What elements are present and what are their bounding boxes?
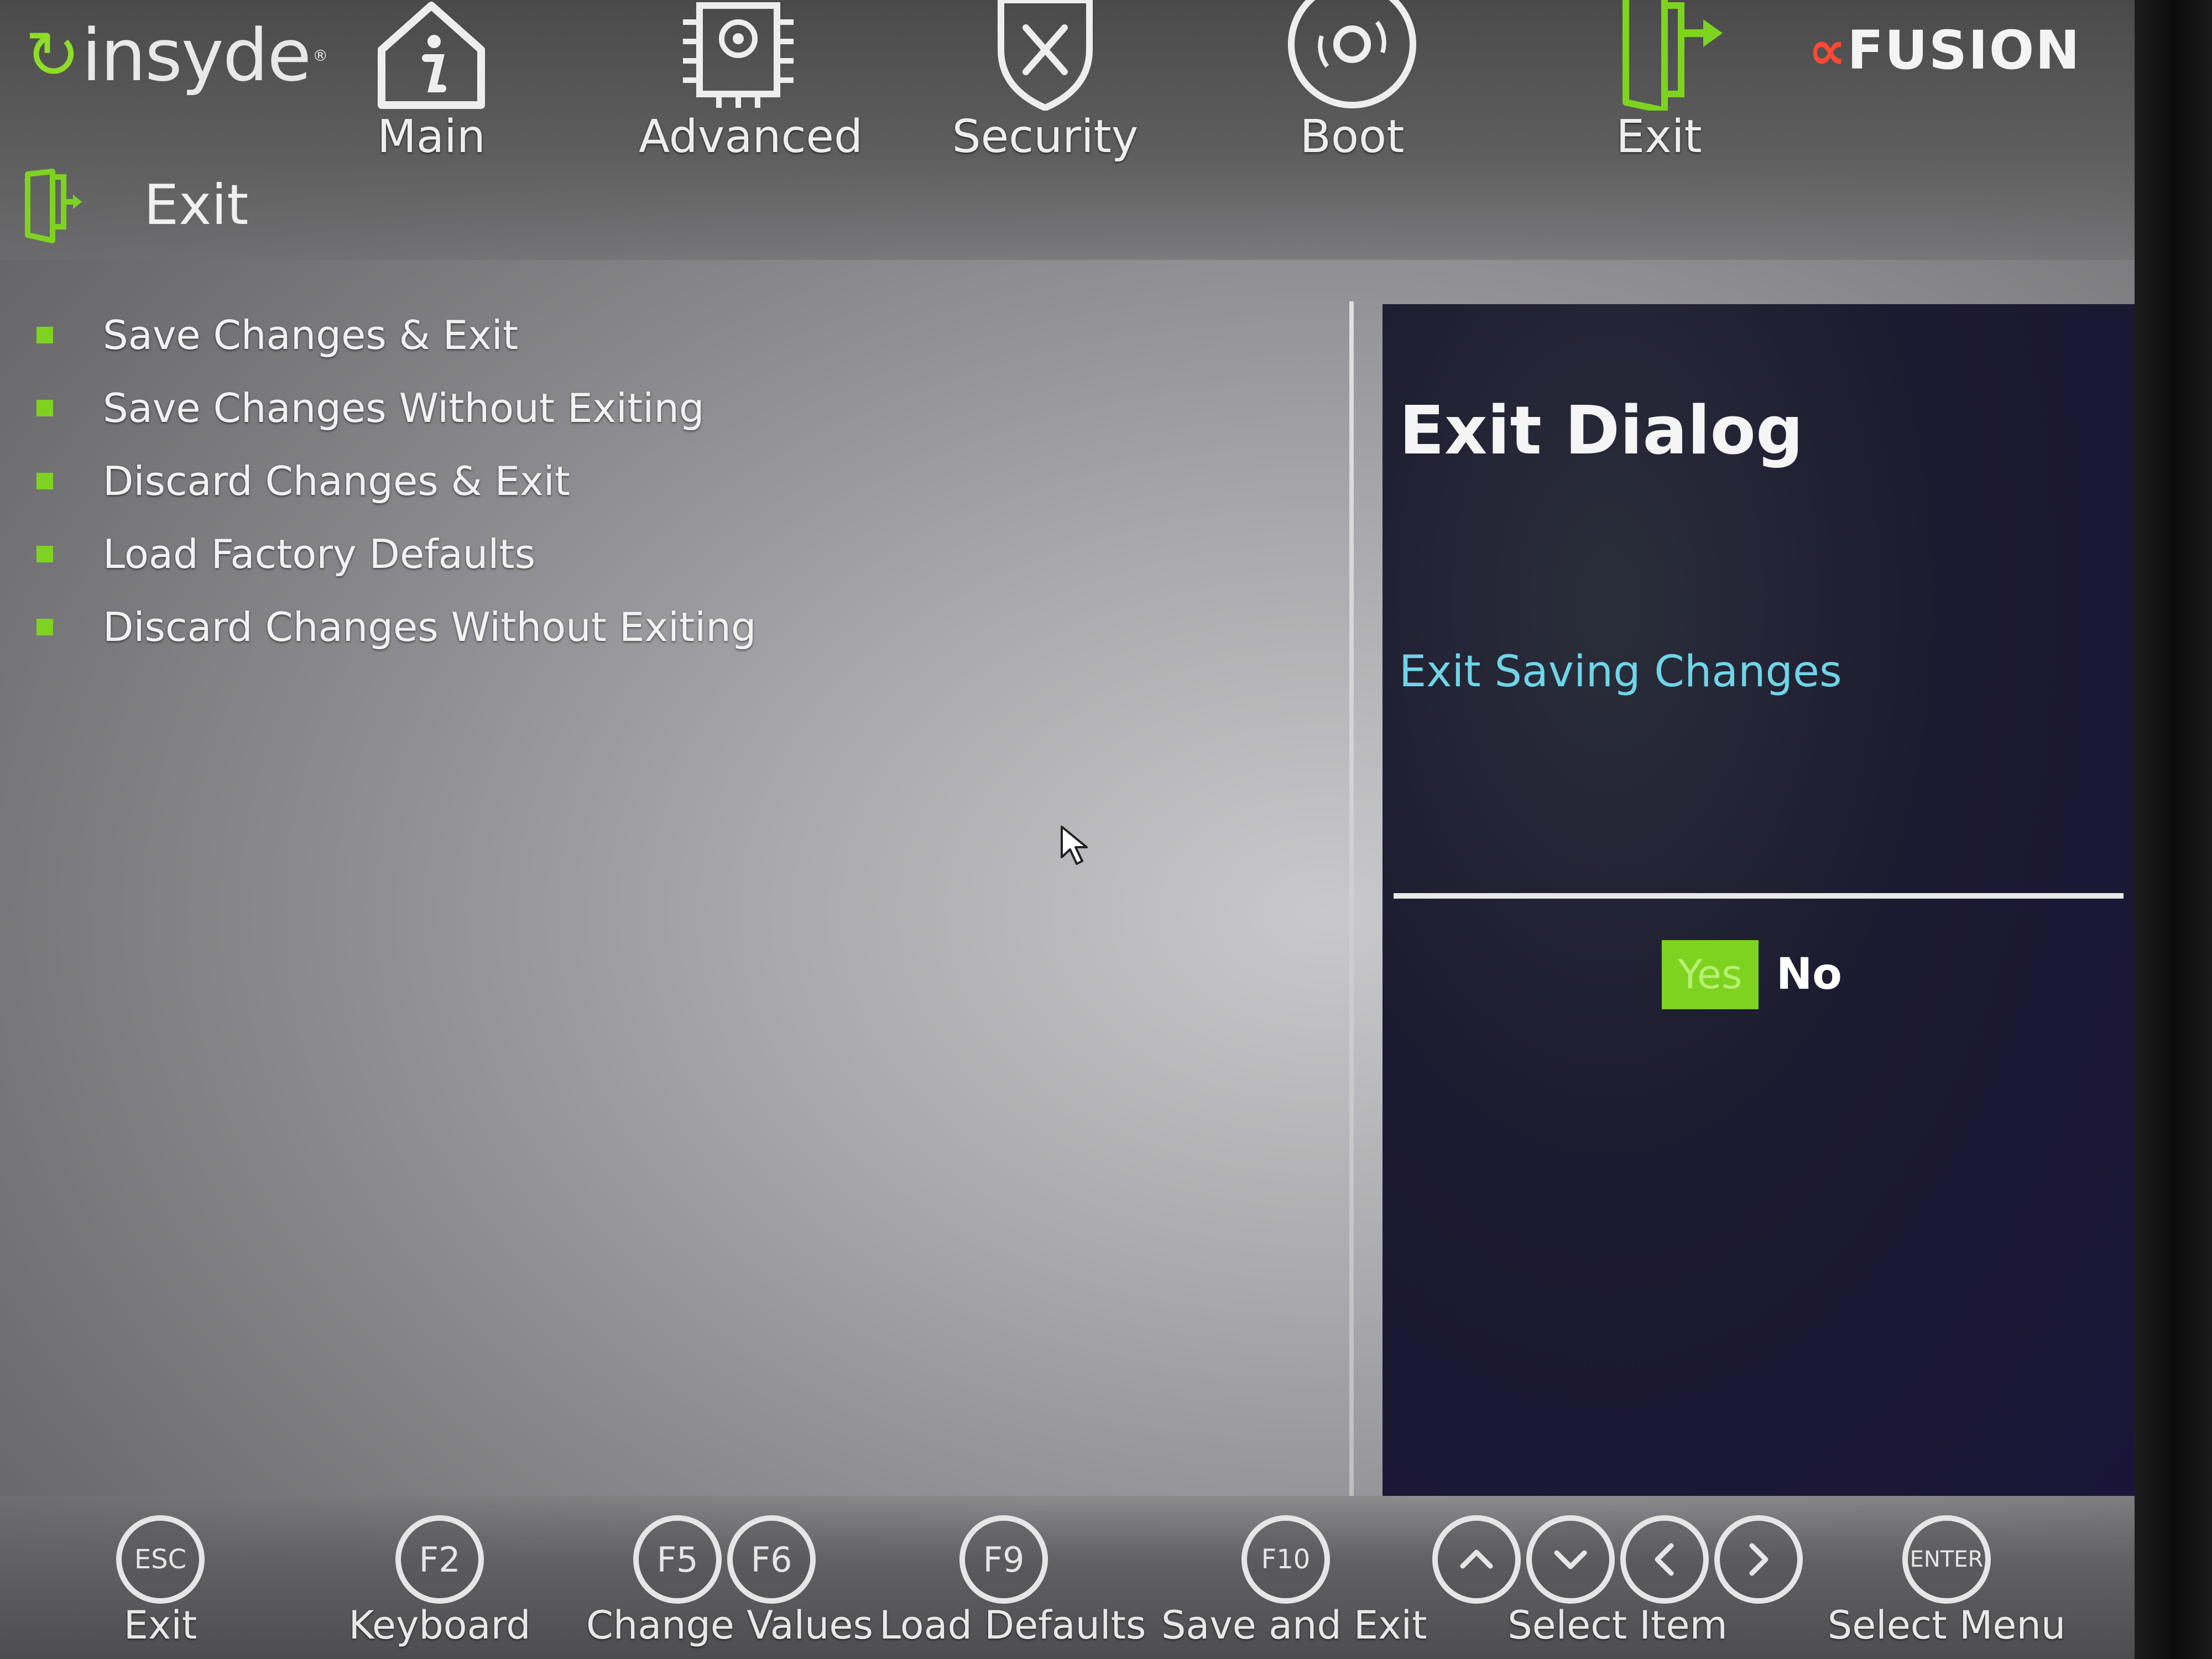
bullet-icon xyxy=(36,327,53,343)
f9-key-icon[interactable]: F9 xyxy=(959,1515,1048,1604)
tab-main[interactable]: Main xyxy=(332,0,531,163)
section-header: Exit xyxy=(22,166,248,243)
dialog-message: Exit Saving Changes xyxy=(1399,647,1842,697)
bullet-icon xyxy=(36,400,53,416)
mouse-cursor-icon xyxy=(1061,826,1088,865)
menu-item-discard-changes-without-exiting[interactable]: Discard Changes Without Exiting xyxy=(33,591,757,664)
insyde-logo-text: insyde xyxy=(81,13,312,97)
shield-tools-icon xyxy=(998,0,1093,111)
dialog-separator xyxy=(1394,893,2124,899)
panel-divider xyxy=(1349,301,1354,1496)
esc-key-icon[interactable]: ESC xyxy=(116,1515,205,1604)
dialog-no-button[interactable]: No xyxy=(1776,940,1842,1009)
left-arrow-icon[interactable] xyxy=(1620,1515,1709,1604)
dialog-yes-button[interactable]: Yes xyxy=(1662,940,1759,1009)
menu-item-label: Discard Changes & Exit xyxy=(103,458,571,504)
hotkey-label-exit: Exit xyxy=(123,1603,197,1648)
tab-main-label: Main xyxy=(377,111,486,163)
insyde-logo: ↻ insyde ® xyxy=(25,13,328,97)
trademark-mark: ® xyxy=(312,46,328,65)
bullet-icon xyxy=(36,546,53,562)
menu-item-label: Load Factory Defaults xyxy=(103,531,536,577)
hotkey-label-keyboard: Keyboard xyxy=(348,1603,531,1648)
bullet-icon xyxy=(36,473,53,489)
hotkey-label-load-defaults: Load Defaults xyxy=(879,1603,1146,1648)
info-home-icon xyxy=(378,2,485,109)
tab-security[interactable]: Security xyxy=(946,0,1145,163)
monitor-bezel xyxy=(2135,0,2212,1659)
f6-key-icon[interactable]: F6 xyxy=(727,1515,816,1604)
exit-menu-list: Save Changes & Exit Save Changes Without… xyxy=(33,299,757,664)
menu-item-label: Save Changes & Exit xyxy=(103,312,519,358)
xfusion-symbol: ∝ xyxy=(1808,19,1848,81)
f2-key-icon[interactable]: F2 xyxy=(395,1515,484,1604)
tab-advanced-label: Advanced xyxy=(639,111,863,163)
hotkey-label-select-menu: Select Menu xyxy=(1827,1603,2066,1648)
hotkey-label-select-item: Select Item xyxy=(1507,1603,1728,1648)
dialog-title: Exit Dialog xyxy=(1399,393,1803,469)
hotkey-label-save-and-exit: Save and Exit xyxy=(1161,1603,1427,1648)
f5-key-icon[interactable]: F5 xyxy=(633,1515,722,1604)
tab-boot[interactable]: Boot xyxy=(1253,0,1452,163)
menu-item-label: Save Changes Without Exiting xyxy=(103,385,705,431)
tab-exit-label: Exit xyxy=(1616,111,1702,163)
door-exit-icon xyxy=(1623,0,1723,111)
menu-item-save-changes-exit[interactable]: Save Changes & Exit xyxy=(33,299,757,372)
menu-item-label: Discard Changes Without Exiting xyxy=(103,604,757,650)
tab-advanced[interactable]: Advanced xyxy=(639,0,863,163)
xfusion-logo-text: FUSION xyxy=(1847,19,2081,81)
bullet-icon xyxy=(36,619,53,635)
tab-exit[interactable]: Exit xyxy=(1559,0,1759,163)
right-arrow-icon[interactable] xyxy=(1714,1515,1803,1604)
tab-security-label: Security xyxy=(952,111,1139,163)
menu-item-load-factory-defaults[interactable]: Load Factory Defaults xyxy=(33,518,757,591)
f10-key-icon[interactable]: F10 xyxy=(1241,1515,1330,1604)
down-arrow-icon[interactable] xyxy=(1526,1515,1615,1604)
insyde-swirl-icon: ↻ xyxy=(25,17,81,94)
door-exit-icon xyxy=(25,169,82,243)
hotkey-label-change-values: Change Values xyxy=(586,1603,873,1648)
enter-key-icon[interactable]: ENTER xyxy=(1902,1515,1991,1604)
menu-item-save-changes-without-exiting[interactable]: Save Changes Without Exiting xyxy=(33,372,757,445)
disc-icon xyxy=(1288,0,1416,108)
chip-gear-icon xyxy=(683,2,794,108)
menu-item-discard-changes-exit[interactable]: Discard Changes & Exit xyxy=(33,445,757,518)
up-arrow-icon[interactable] xyxy=(1432,1515,1521,1604)
exit-dialog: Exit Dialog Exit Saving Changes Yes No xyxy=(1383,304,2135,1496)
xfusion-logo: ∝FUSION xyxy=(1808,19,2081,81)
tab-boot-label: Boot xyxy=(1300,111,1405,163)
page-title: Exit xyxy=(144,172,249,237)
